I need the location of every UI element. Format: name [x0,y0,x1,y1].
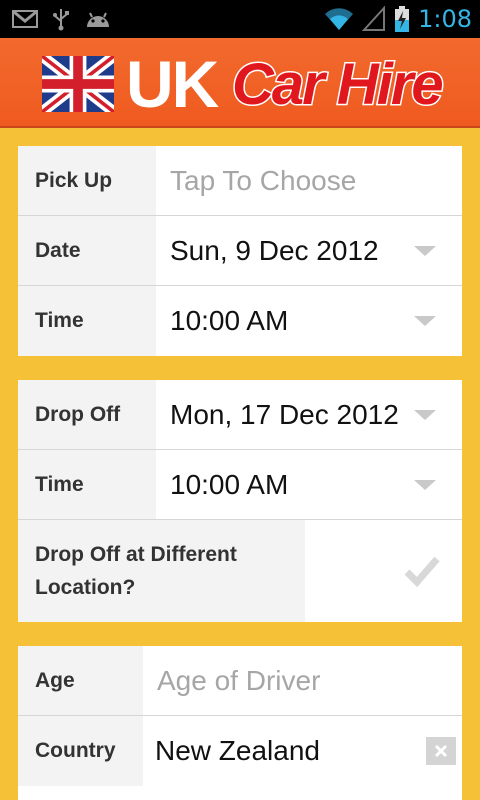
close-icon [434,744,448,758]
country-row[interactable]: Country New Zealand [18,716,462,786]
pickup-panel: Pick Up Tap To Choose Date Sun, 9 Dec 20… [18,146,462,356]
dropoff-date-value: Mon, 17 Dec 2012 [170,398,399,430]
driver-panel: Age Age of Driver Country New Zealand [18,646,462,800]
dropdown-arrow-icon [414,316,436,326]
drop-off-label: Drop Off [18,380,156,449]
different-location-label: Drop Off at Different Location? [18,520,305,622]
notification-icons [12,7,112,31]
dropoff-panel: Drop Off Mon, 17 Dec 2012 Time 10:00 AM … [18,380,462,622]
gmail-icon [12,10,38,28]
pickup-time-value: 10:00 AM [170,305,289,336]
battery-icon [395,6,410,32]
country-input[interactable]: New Zealand [143,716,462,786]
clock: 1:08 [418,5,472,33]
dropoff-date-spinner[interactable]: Mon, 17 Dec 2012 [156,380,462,449]
pick-up-row[interactable]: Pick Up Tap To Choose [18,146,462,216]
pickup-date-row[interactable]: Date Sun, 9 Dec 2012 [18,216,462,286]
different-location-row[interactable]: Drop Off at Different Location? [18,520,462,622]
wifi-icon [325,8,354,30]
pickup-time-label: Time [18,286,156,356]
android-icon [87,12,109,27]
status-bar: 1:08 [0,0,480,38]
dropoff-time-spinner[interactable]: 10:00 AM [156,450,462,519]
pickup-time-spinner[interactable]: 10:00 AM [156,286,462,356]
dropoff-time-row[interactable]: Time 10:00 AM [18,450,462,520]
dropoff-time-value: 10:00 AM [170,468,289,500]
brand-car-hire-text: Car Hire [231,51,446,119]
pick-up-location-field[interactable]: Tap To Choose [156,146,462,215]
pick-up-label: Pick Up [18,146,156,215]
different-location-checkbox[interactable] [305,520,462,622]
country-value: New Zealand [155,735,320,766]
dropdown-arrow-icon [414,479,436,490]
brand-uk-text: UK [126,47,219,121]
age-row[interactable]: Age Age of Driver [18,646,462,716]
pickup-date-label: Date [18,216,156,285]
different-location-label-line1: Drop Off at Different [35,543,237,566]
pickup-date-spinner[interactable]: Sun, 9 Dec 2012 [156,216,462,285]
usb-icon [53,9,69,31]
country-label: Country [18,716,143,786]
age-label: Age [18,646,143,715]
age-of-driver-input[interactable]: Age of Driver [143,646,462,715]
checkmark-icon [404,556,440,587]
pickup-date-value: Sun, 9 Dec 2012 [170,234,379,266]
dropdown-arrow-icon [414,409,436,420]
system-icons: 1:08 [324,4,472,34]
dropoff-date-row[interactable]: Drop Off Mon, 17 Dec 2012 [18,380,462,450]
clear-country-button[interactable] [426,737,456,765]
dropoff-time-label: Time [18,450,156,519]
different-location-label-line2: Location? [35,576,136,599]
signal-icon [362,6,386,31]
pickup-time-row[interactable]: Time 10:00 AM [18,286,462,356]
dropdown-arrow-icon [414,245,436,256]
app-header: UK Car Hire [0,38,480,128]
union-jack-icon [42,56,114,112]
